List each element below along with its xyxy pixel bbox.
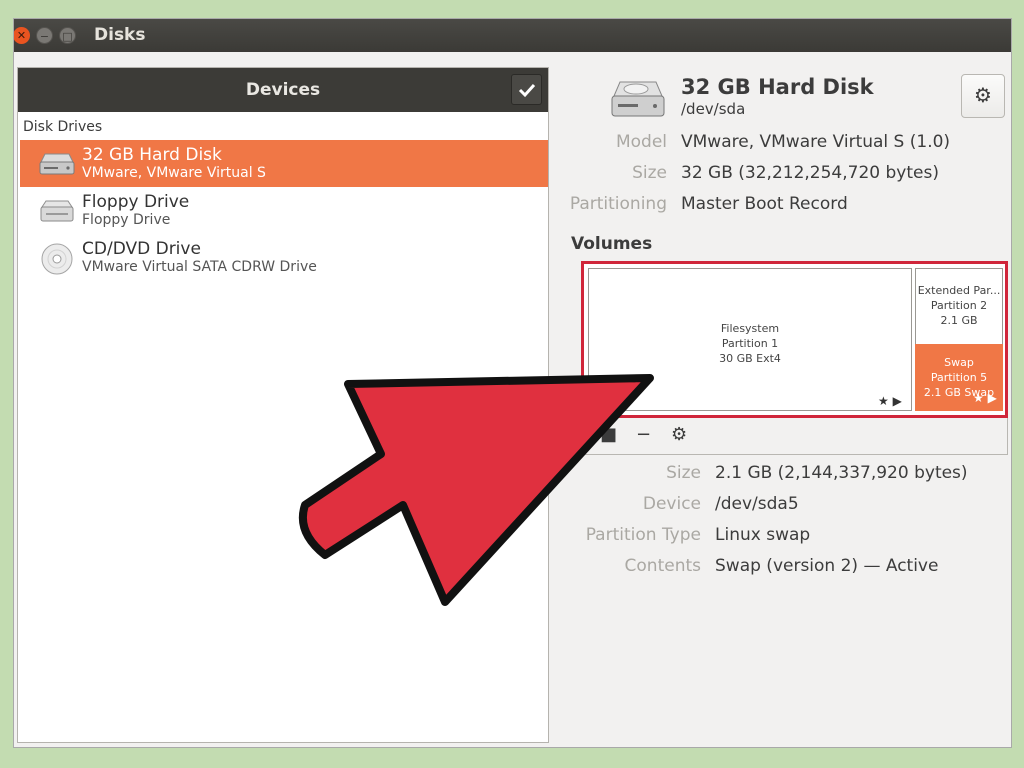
pointer-arrow-icon — [298, 374, 654, 606]
